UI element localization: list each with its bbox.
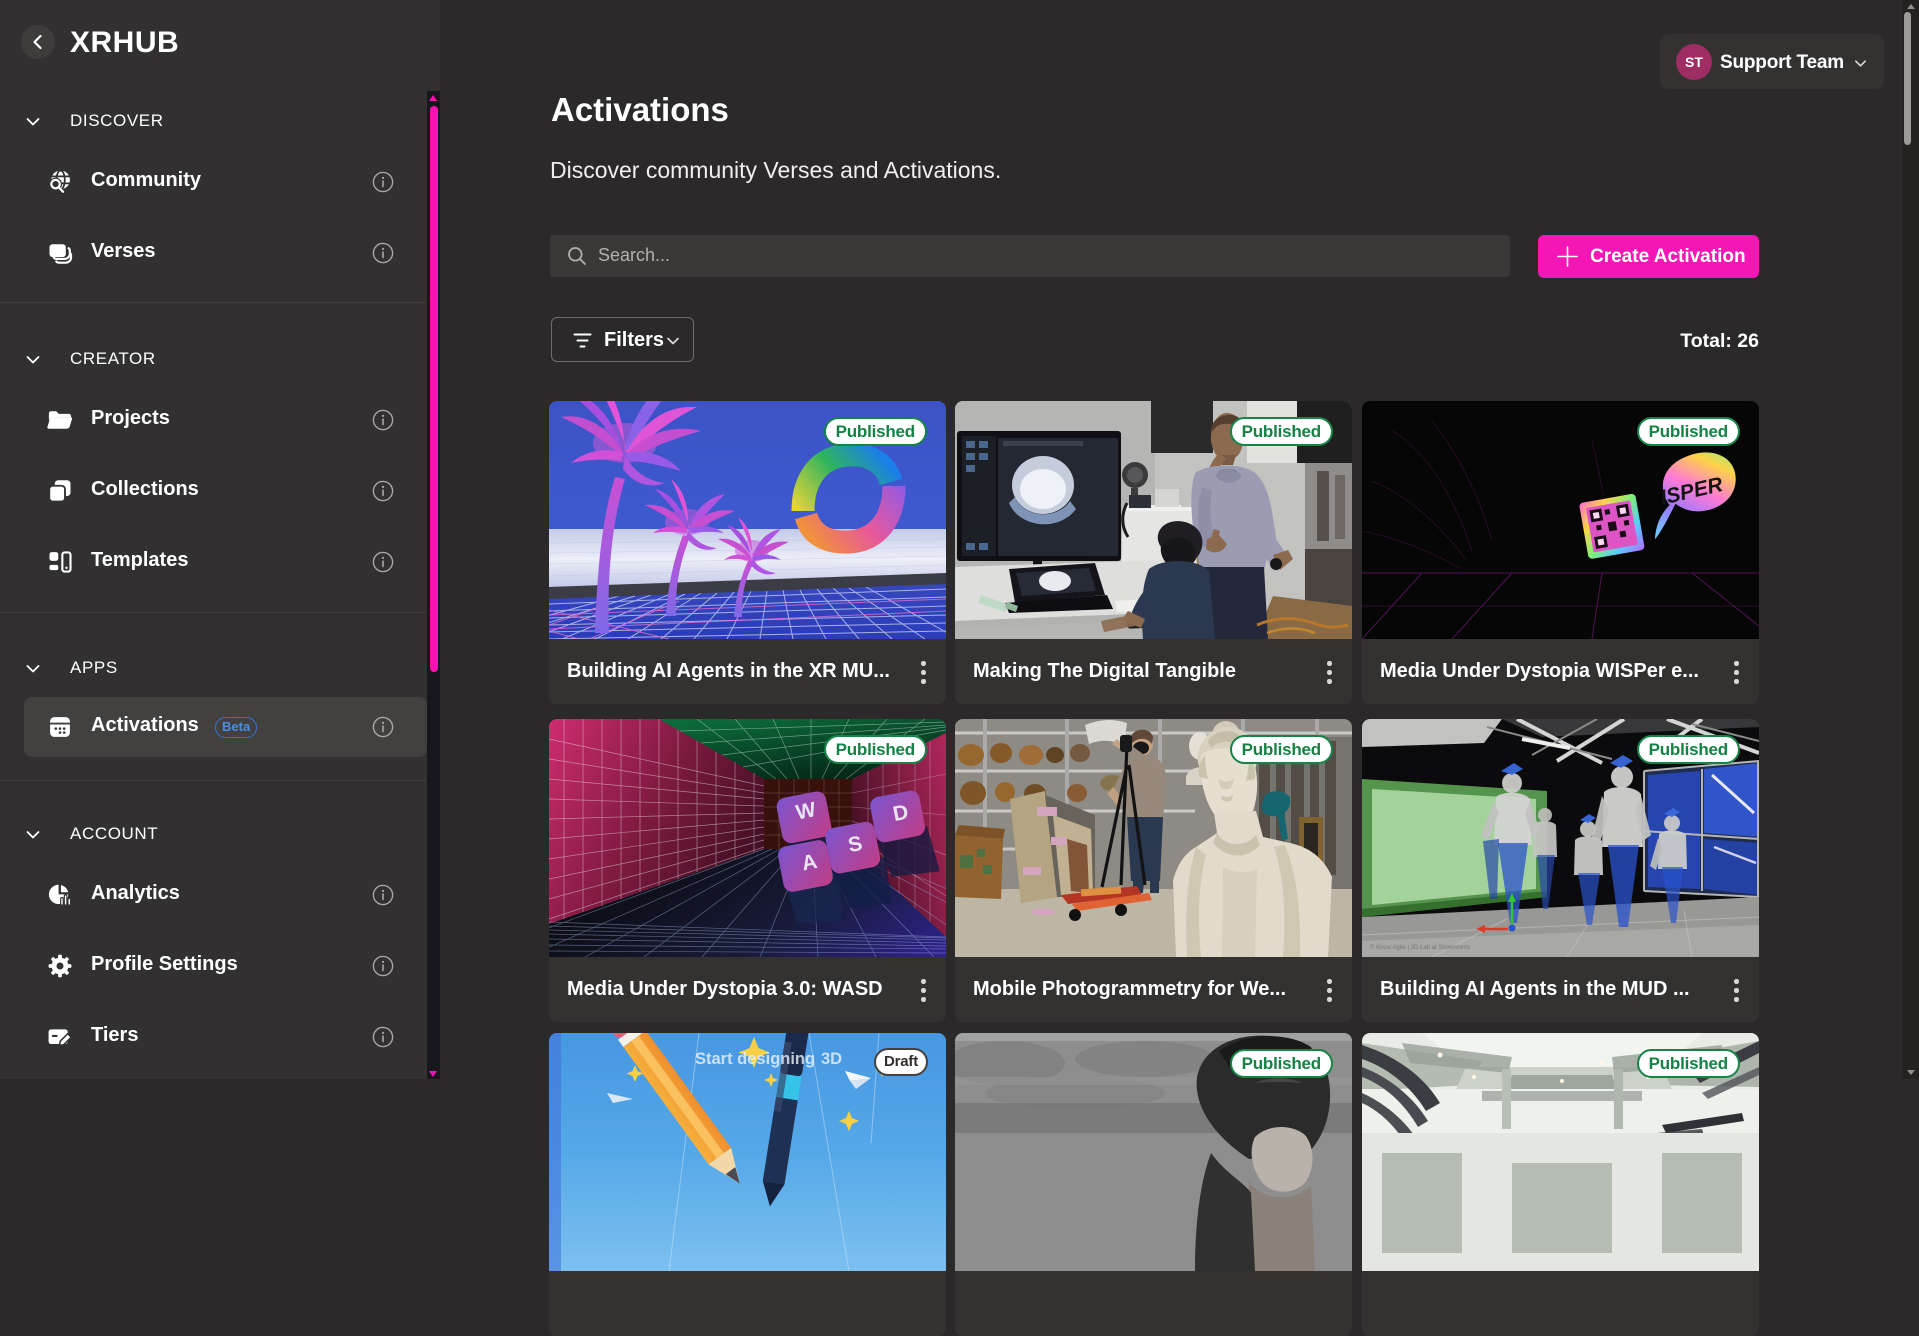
svg-text:© Know Agile | 3D Lab at Showr: © Know Agile | 3D Lab at Showrooms [1370, 944, 1470, 951]
svg-text:Start designing: Start designing [695, 1050, 815, 1068]
svg-text:3D: 3D [821, 1050, 842, 1068]
